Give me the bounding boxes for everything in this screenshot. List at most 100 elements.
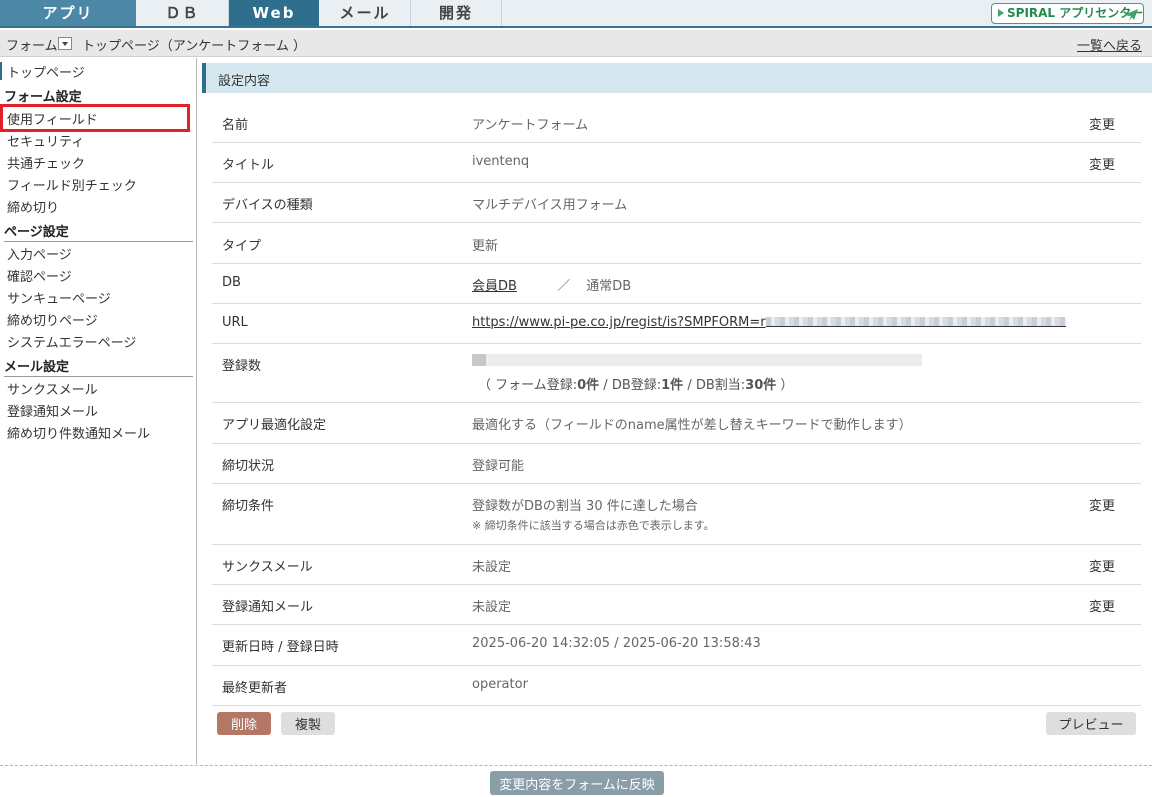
tab-divider [501,0,502,26]
sidebar-item-security[interactable]: セキュリティ [7,131,84,150]
setting-row-updated: 更新日時 / 登録日時 2025-06-20 14:32:05 / 2025-0… [212,625,1141,666]
row-value: 未設定 [472,600,512,615]
row-value: 登録数がDBの割当 30 件に達した場合 [472,499,698,514]
sidebar-item-deadline-page[interactable]: 締め切りページ [7,310,98,329]
chevron-down-icon[interactable] [58,37,72,50]
row-note: ※ 締切条件に該当する場合は赤色で表示します。 [472,519,715,532]
row-value: 未設定 [472,560,512,575]
change-link[interactable]: 変更 [1089,495,1115,514]
setting-row-type: タイプ 更新 [212,223,1141,264]
setting-row-count: 登録数 （ フォーム登録:0件 / DB登録:1件 / DB割当:30件 ） [212,344,1141,403]
sidebar: トップページ フォーム設定 使用フィールド セキュリティ 共通チェック フィール… [0,58,197,764]
row-value: iventenq [472,154,530,169]
db-separator: ／ [557,279,571,294]
sidebar-heading-page-settings: ページ設定 [4,221,193,242]
sidebar-item-common-check[interactable]: 共通チェック [7,153,85,172]
setting-row-app-opt: アプリ最適化設定 最適化する（フィールドのname属性が差し替えキーワードで動作… [212,403,1141,444]
sidebar-item-input-page[interactable]: 入力ページ [7,244,72,263]
setting-row-thanks-mail: サンクスメール 未設定 変更 [212,545,1141,585]
copy-button[interactable]: 複製 [281,712,335,735]
app-center-button[interactable]: SPIRAL アプリセンター [991,3,1144,24]
db-link[interactable]: 会員DB [472,279,541,294]
count-mid2: / DB割当: [683,378,746,393]
setting-row-last-editor: 最終更新者 operator [212,666,1141,706]
registration-counts: （ フォーム登録:0件 / DB登録:1件 / DB割当:30件 ） [478,374,793,393]
active-marker [0,62,2,80]
row-value: 更新 [472,239,499,254]
sidebar-item-notify-mail[interactable]: 登録通知メール [7,401,98,420]
count-open: （ フォーム登録: [478,378,578,393]
row-value: 登録可能 [472,459,525,474]
db-type: 通常DB [586,279,632,294]
sidebar-item-used-fields[interactable]: 使用フィールド [7,109,98,128]
row-label: 登録数 [222,359,262,374]
apply-changes-button[interactable]: 変更内容をフォームに反映 [490,771,664,795]
change-link[interactable]: 変更 [1089,154,1115,173]
row-value: 会員DB ／ 通常DB [472,275,631,294]
sidebar-item-field-check[interactable]: フィールド別チェック [7,175,137,194]
url-link[interactable]: https://www.pi-pe.co.jp/regist/is?SMPFOR… [472,315,766,330]
play-icon [998,9,1004,17]
db-count: 1件 [661,378,684,393]
row-label: 名前 [222,118,249,133]
setting-row-name: 名前 アンケートフォーム 変更 [212,102,1141,143]
sidebar-item-count-mail[interactable]: 締め切り件数通知メール [7,423,150,442]
setting-row-close-status: 締切状況 登録可能 [212,444,1141,484]
row-label: 登録通知メール [222,600,314,615]
form-count: 0件 [577,378,600,393]
row-value: 最適化する（フィールドのname属性が差し替えキーワードで動作します） [472,418,912,433]
row-label: 締切条件 [222,499,275,514]
delete-button[interactable]: 削除 [217,712,271,735]
airplane-icon [1124,9,1138,21]
setting-row-title: タイトル iventenq 変更 [212,143,1141,183]
preview-button[interactable]: プレビュー [1046,712,1136,735]
sidebar-item-thanks-page[interactable]: サンキューページ [7,288,111,307]
tab-dev[interactable]: 開発 [411,0,501,26]
back-to-list-link[interactable]: 一覧へ戻る [1077,35,1142,54]
row-value: https://www.pi-pe.co.jp/regist/is?SMPFOR… [472,315,1066,330]
sidebar-item-error-page[interactable]: システムエラーページ [7,332,136,351]
registration-progress-fill [472,354,486,366]
redacted-url-part [765,317,1066,327]
sidebar-item-thanks-mail[interactable]: サンクスメール [7,379,98,398]
row-value: operator [472,677,528,692]
change-link[interactable]: 変更 [1089,114,1115,133]
row-label: タイトル [222,158,275,173]
tab-mail[interactable]: メール [320,0,410,26]
row-label: サンクスメール [222,560,313,575]
count-mid1: / DB登録: [599,378,662,393]
count-close: ） [776,378,794,393]
section-title: 設定内容 [218,74,271,89]
row-value: 2025-06-20 14:32:05 / 2025-06-20 13:58:4… [472,636,761,651]
row-label: デバイスの種類 [222,198,313,213]
change-link[interactable]: 変更 [1089,596,1115,615]
setting-row-close-cond: 締切条件 登録数がDBの割当 30 件に達した場合 ※ 締切条件に該当する場合は… [212,484,1141,545]
footer-divider [0,765,1152,766]
change-link[interactable]: 変更 [1089,556,1115,575]
sidebar-heading-mail-settings: メール設定 [4,356,193,377]
setting-row-notify-mail: 登録通知メール 未設定 変更 [212,585,1141,625]
row-value: アンケートフォーム [472,118,589,133]
sidebar-item-confirm-page[interactable]: 確認ページ [7,266,72,285]
row-label: DB [222,275,241,290]
tab-web[interactable]: Web [229,0,319,26]
section-header: 設定内容 [202,63,1152,93]
sidebar-item-top-page[interactable]: トップページ [7,62,85,81]
breadcrumb-form: フォーム [6,39,58,54]
sidebar-item-deadline[interactable]: 締め切り [7,197,59,216]
tab-app[interactable]: アプリ [0,0,136,26]
setting-row-db: DB 会員DB ／ 通常DB [212,264,1141,304]
sidebar-heading-form-settings: フォーム設定 [4,90,82,105]
setting-row-device: デバイスの種類 マルチデバイス用フォーム [212,183,1141,223]
row-label: アプリ最適化設定 [222,418,327,433]
quota-count: 30件 [745,378,777,393]
row-label: 締切状況 [222,459,275,474]
tab-db[interactable]: ＤＢ [137,0,228,26]
row-value: マルチデバイス用フォーム [472,198,628,213]
row-label: 最終更新者 [222,681,288,696]
top-navigation: アプリ ＤＢ Web メール 開発 SPIRAL アプリセンター [0,0,1152,28]
row-label: URL [222,315,248,330]
registration-progress-bar [472,354,922,366]
setting-row-url: URL https://www.pi-pe.co.jp/regist/is?SM… [212,304,1141,344]
row-label: 更新日時 / 登録日時 [222,640,339,655]
